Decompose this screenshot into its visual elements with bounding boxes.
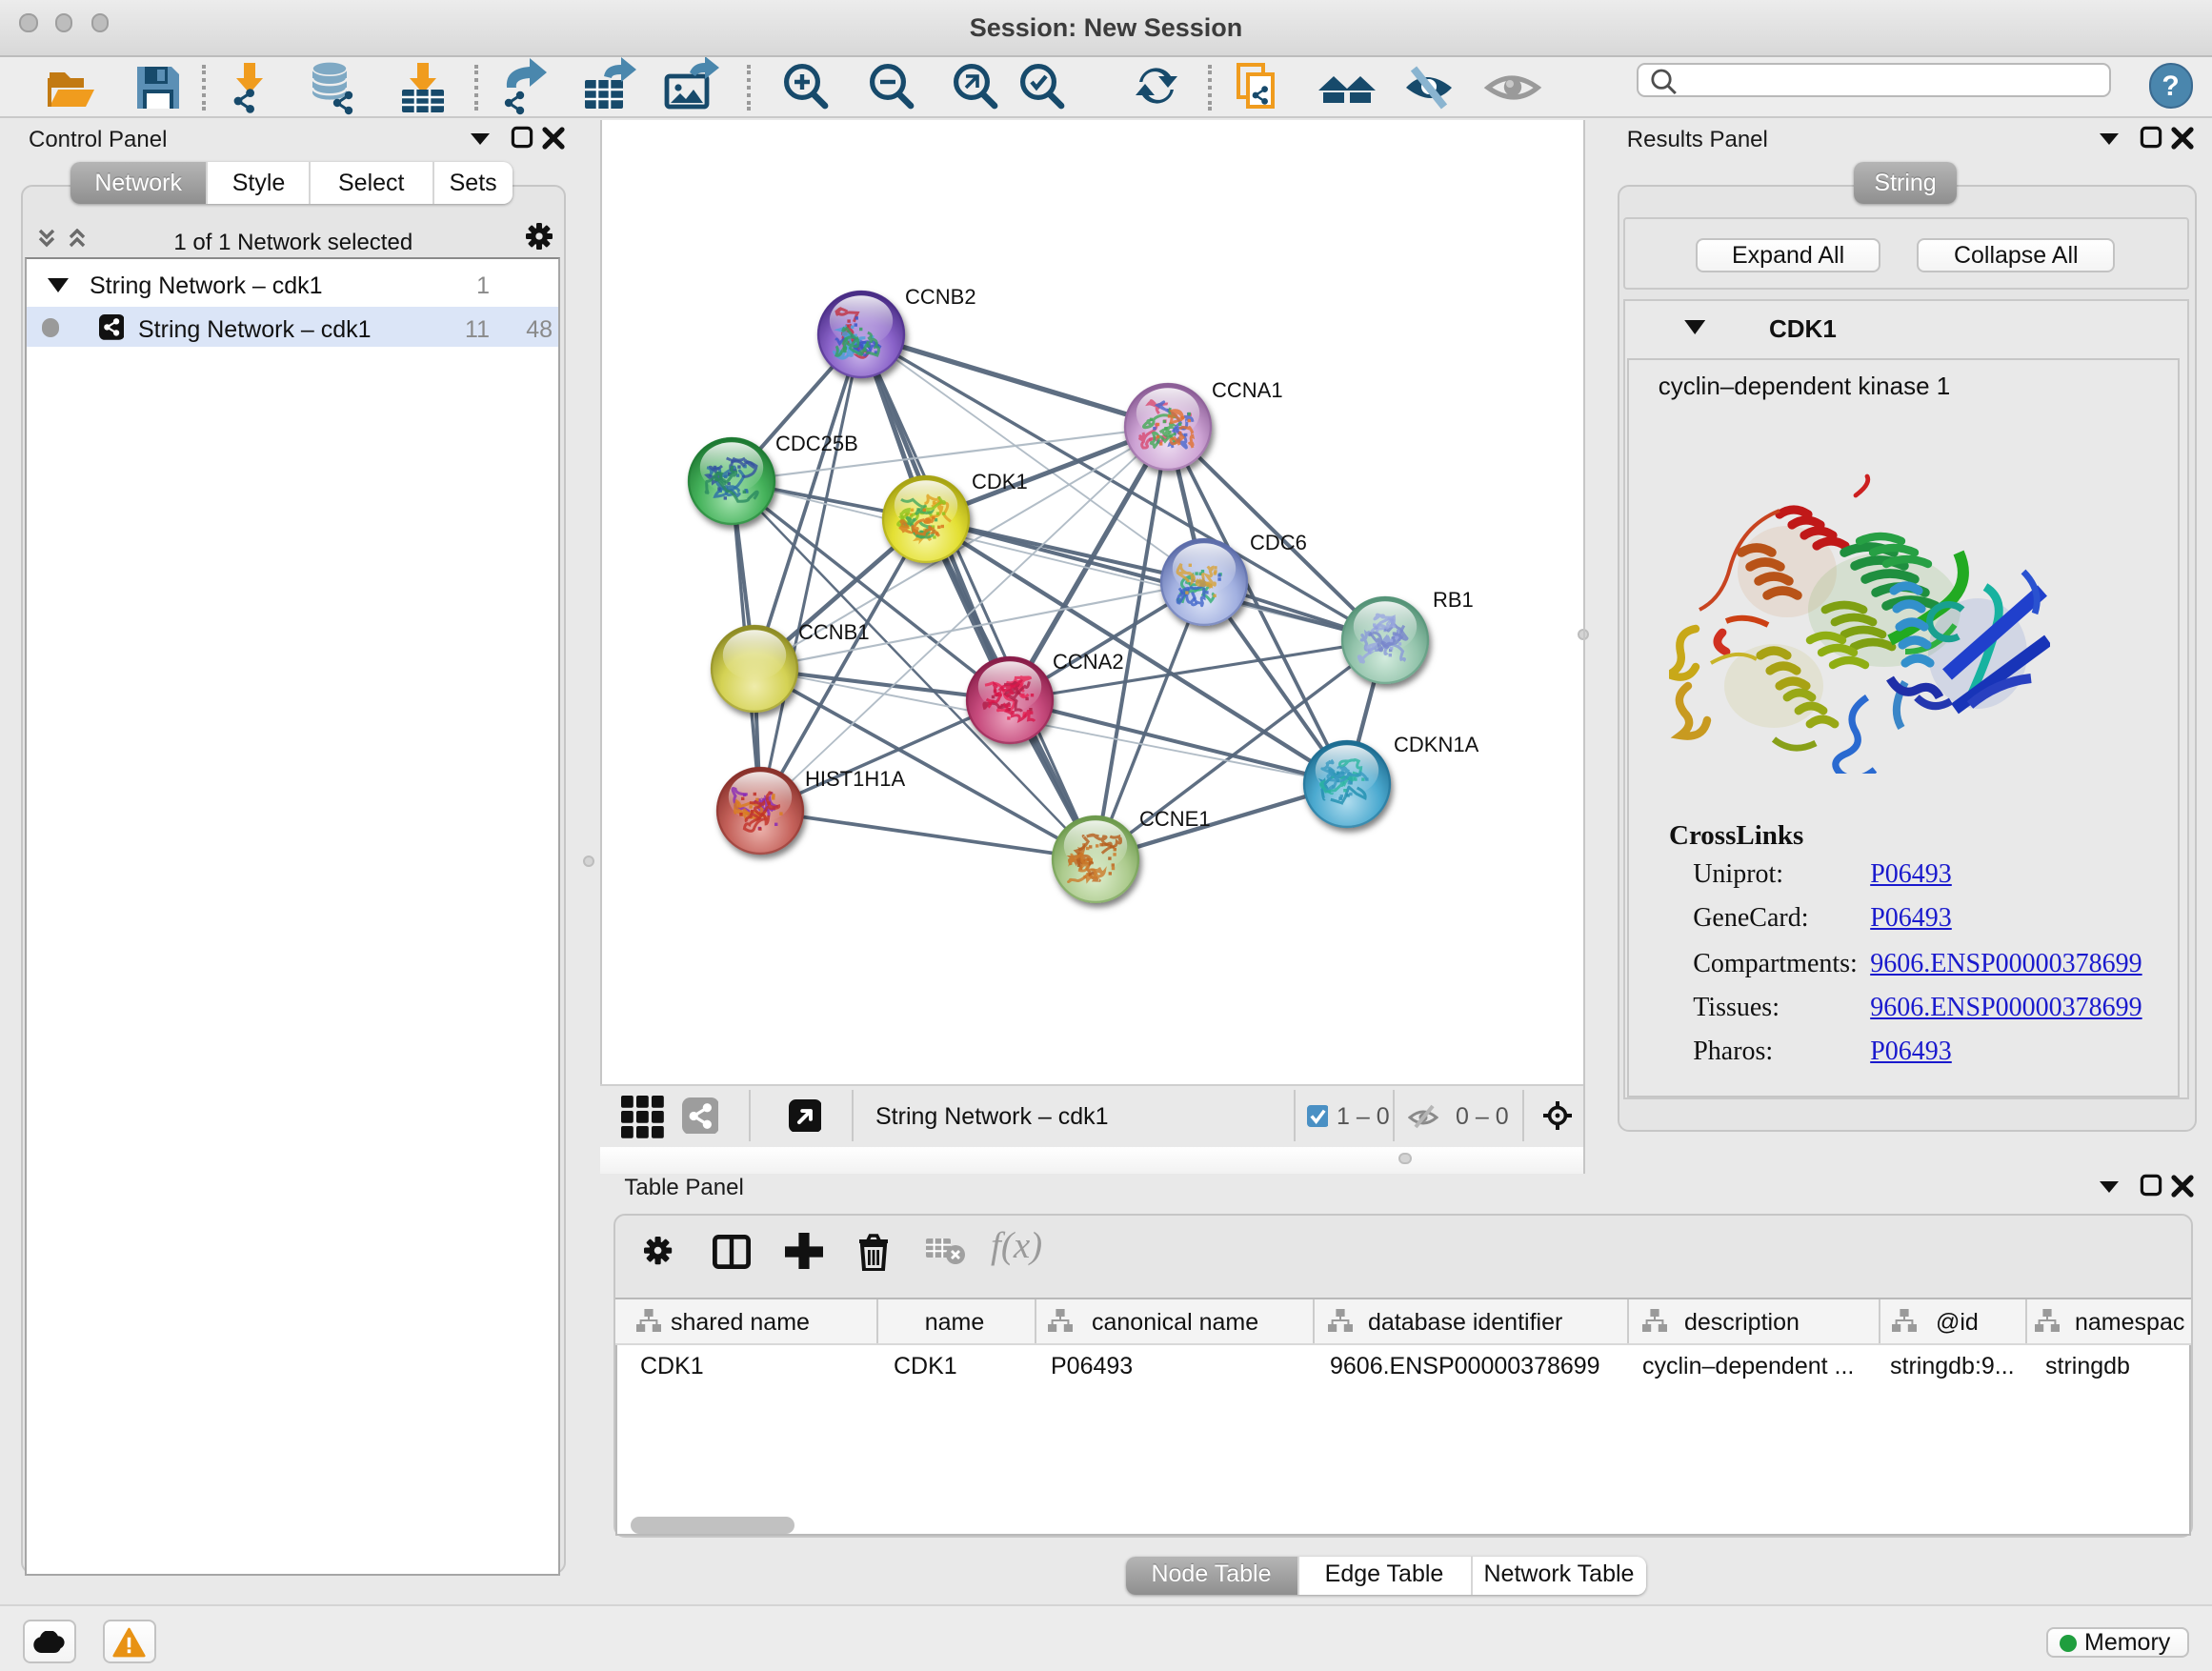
svg-text:CCNE1: CCNE1 xyxy=(1139,806,1211,830)
svg-text:HIST1H1A: HIST1H1A xyxy=(805,766,905,790)
svg-text:CCNB2: CCNB2 xyxy=(905,284,976,308)
svg-text:CDC6: CDC6 xyxy=(1250,530,1307,554)
svg-text:CCNB1: CCNB1 xyxy=(798,619,870,643)
svg-text:CDKN1A: CDKN1A xyxy=(1394,732,1479,755)
svg-text:CDK1: CDK1 xyxy=(972,469,1028,493)
svg-text:RB1: RB1 xyxy=(1433,587,1474,611)
svg-text:CCNA1: CCNA1 xyxy=(1212,377,1283,401)
svg-text:CDC25B: CDC25B xyxy=(775,431,858,454)
svg-text:CCNA2: CCNA2 xyxy=(1053,649,1124,673)
